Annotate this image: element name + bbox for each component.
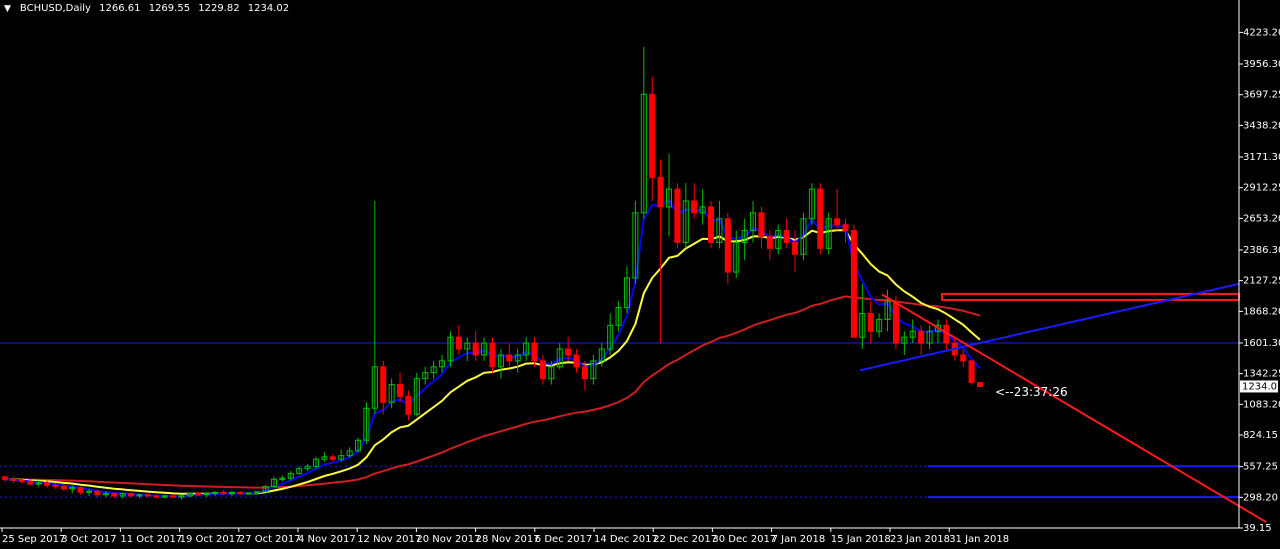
- candle-body: [94, 490, 101, 496]
- x-tick-label: 31 Jan 2018: [949, 534, 1009, 545]
- blue-trendline: [859, 282, 1240, 372]
- price-badge-label: 1234.02: [1242, 381, 1280, 392]
- candle-body: [77, 487, 84, 493]
- candle-body: [195, 493, 202, 496]
- y-tick-label: 557.25: [1243, 462, 1278, 473]
- candle-body: [111, 493, 118, 497]
- y-tick-label: 2912.25: [1243, 183, 1280, 194]
- y-tick-label: 3171.30: [1243, 152, 1280, 163]
- candle-body: [237, 491, 244, 495]
- candle-body: [60, 485, 67, 490]
- candle-body: [817, 188, 824, 249]
- candle-body: [170, 495, 177, 498]
- candle-body: [144, 494, 151, 497]
- candle-body: [783, 230, 790, 243]
- candle-body: [405, 395, 412, 415]
- candle-body: [539, 360, 546, 380]
- candle-body: [18, 480, 25, 483]
- candle-body: [892, 301, 899, 344]
- x-tick-label: 3 Oct 2017: [61, 534, 116, 545]
- price-chart[interactable]: 4223.20 3956.30 3697.25 3438.20 3171.30 2912.…: [0, 0, 1280, 549]
- candle-body: [758, 212, 765, 238]
- y-tick-label: 2127.25: [1243, 276, 1280, 287]
- candle-body: [489, 342, 496, 368]
- candle-body: [153, 495, 160, 498]
- candle-body: [573, 354, 580, 368]
- candle-body: [220, 491, 227, 495]
- candle-body: [792, 241, 799, 255]
- y-tick-label: 3956.30: [1243, 59, 1280, 70]
- candle-body: [708, 206, 715, 243]
- candle-body: [128, 493, 135, 497]
- candle-body: [960, 354, 967, 362]
- candle-body: [245, 492, 252, 495]
- candle-body: [867, 313, 874, 332]
- candle-body: [766, 236, 773, 249]
- candle-body: [649, 93, 656, 178]
- y-tick-label: 298.20: [1243, 492, 1278, 503]
- candle-body: [531, 342, 538, 362]
- x-tick-label: 19 Oct 2017: [180, 534, 242, 545]
- x-tick-label: 6 Dec 2017: [535, 534, 593, 545]
- y-tick-label: 3438.20: [1243, 120, 1280, 131]
- red-trendline: [881, 293, 1267, 523]
- candle-body: [674, 188, 681, 243]
- candles: [1, 46, 984, 500]
- candle-body: [918, 330, 925, 344]
- candle-body: [850, 230, 857, 338]
- y-tick-label: 1083.20: [1243, 399, 1280, 410]
- candle-body: [10, 478, 17, 482]
- candle-body: [27, 481, 34, 485]
- candle-body: [455, 336, 462, 350]
- candle-body: [565, 348, 572, 356]
- candle-body: [329, 456, 336, 460]
- candle-body: [44, 482, 51, 486]
- y-tick-label: 1868.20: [1243, 306, 1280, 317]
- y-tick-label: 39.15: [1243, 523, 1272, 534]
- x-tick-label: 27 Oct 2017: [239, 534, 301, 545]
- x-tick-label: 30 Dec 2017: [712, 534, 776, 545]
- candle-body: [842, 224, 849, 232]
- x-tick-label: 28 Nov 2017: [476, 534, 540, 545]
- candle-body: [657, 176, 664, 208]
- y-tick-label: 3697.25: [1243, 90, 1280, 101]
- axes: 4223.20 3956.30 3697.25 3438.20 3171.30 2912.…: [0, 0, 1280, 545]
- candle-body: [380, 366, 387, 403]
- y-tick-label: 2386.30: [1243, 245, 1280, 256]
- x-tick-label: 4 Nov 2017: [298, 534, 356, 545]
- x-tick-label: 7 Jan 2018: [772, 534, 826, 545]
- trendlines[interactable]: [859, 282, 1267, 523]
- candle-body: [506, 354, 513, 362]
- x-tick-label: 23 Jan 2018: [890, 534, 950, 545]
- bar-timer: <--23:37:26: [995, 385, 1068, 399]
- candle-body: [724, 218, 731, 273]
- x-tick-label: 14 Dec 2017: [594, 534, 658, 545]
- candle-body: [581, 366, 588, 380]
- ma-slow-line: [4, 295, 981, 489]
- x-tick-label: 12 Nov 2017: [357, 534, 421, 545]
- x-tick-label: 11 Oct 2017: [120, 534, 182, 545]
- candle-body: [691, 200, 698, 214]
- y-tick-label: 4223.20: [1243, 27, 1280, 38]
- candle-body: [976, 382, 984, 387]
- x-tick-label: 20 Nov 2017: [416, 534, 480, 545]
- y-tick-label: 824.15: [1243, 430, 1278, 441]
- y-tick-label: 2653.20: [1243, 213, 1280, 224]
- y-tick-label: 1342.25: [1243, 369, 1280, 380]
- candle-body: [397, 384, 404, 397]
- x-tick-label: 22 Dec 2017: [653, 534, 717, 545]
- candle-body: [968, 360, 975, 384]
- candle-body: [1, 476, 9, 480]
- candle-body: [52, 484, 59, 487]
- x-tick-label: 15 Jan 2018: [831, 534, 891, 545]
- candle-body: [834, 218, 841, 226]
- x-tick-label: 25 Sep 2017: [2, 534, 65, 545]
- candle-body: [472, 342, 479, 356]
- y-tick-label: 1601.30: [1243, 338, 1280, 349]
